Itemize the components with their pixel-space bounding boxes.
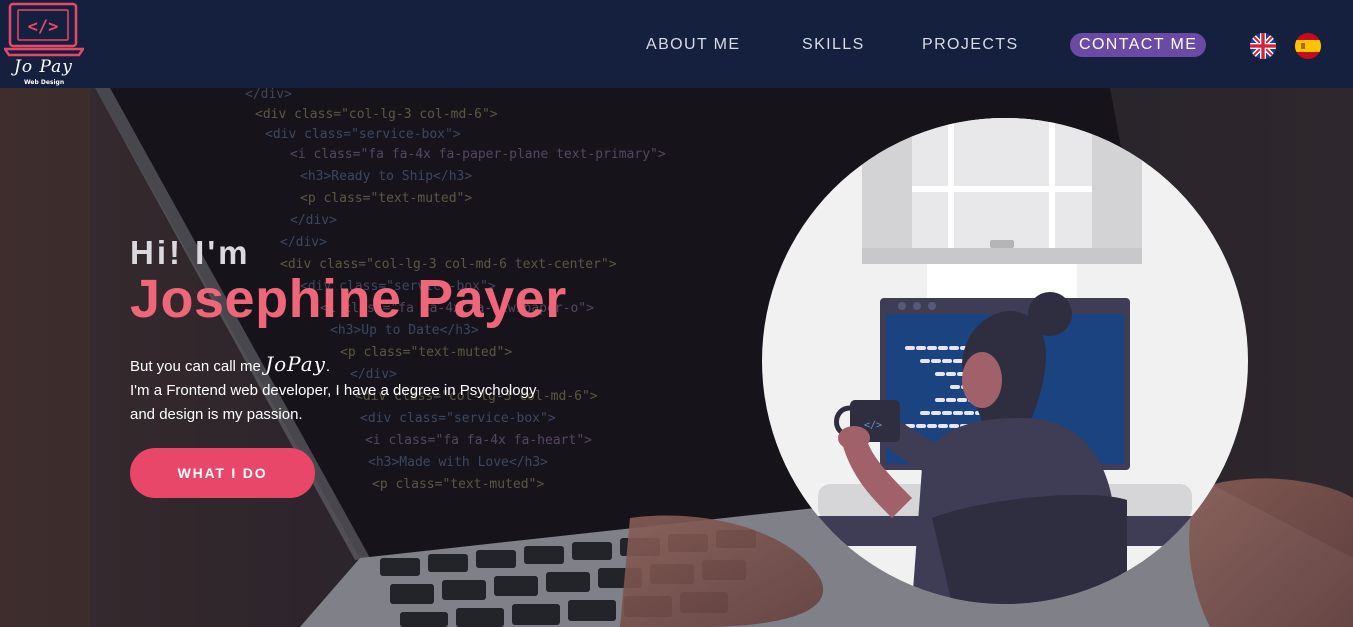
intro-suffix: . <box>325 358 331 375</box>
svg-text:</>: </> <box>864 420 882 431</box>
hero-intro: But you can call me JoPay. I'm a Fronten… <box>130 352 650 427</box>
intro-nickname: JoPay <box>265 352 326 376</box>
nav-skills[interactable]: SKILLS <box>802 33 865 57</box>
intro-prefix: But you can call me <box>130 358 261 375</box>
uk-flag-icon[interactable] <box>1250 33 1276 59</box>
hero-greeting: Hi! I'm <box>130 234 251 271</box>
navbar: </> Jo Pay Web Design ABOUT ME SKILLS PR… <box>0 0 1353 88</box>
nav-about-me[interactable]: ABOUT ME <box>646 33 740 57</box>
spain-flag-icon[interactable] <box>1295 33 1321 59</box>
logo-script-text: Jo Pay <box>14 57 73 77</box>
hero-section: </div> <div class="col-lg-3 col-md-6"> <… <box>0 88 1353 627</box>
hero-text: Hi! I'm Josephine Payer But you can call… <box>130 88 690 627</box>
main-navigation: ABOUT ME SKILLS PROJECTS CONTACT ME <box>0 33 1353 59</box>
woman-at-computer-illustration: </> <box>762 118 1248 604</box>
nav-projects[interactable]: PROJECTS <box>922 33 1019 57</box>
what-i-do-button[interactable]: WHAT I DO <box>130 448 315 498</box>
intro-line-2: I'm a Frontend web developer, I have a d… <box>130 382 537 399</box>
logo-subtitle: Web Design <box>24 79 65 86</box>
hero-name: Josephine Payer <box>130 269 567 329</box>
intro-line-3: and design is my passion. <box>130 406 303 423</box>
nav-contact-me[interactable]: CONTACT ME <box>1070 33 1207 57</box>
